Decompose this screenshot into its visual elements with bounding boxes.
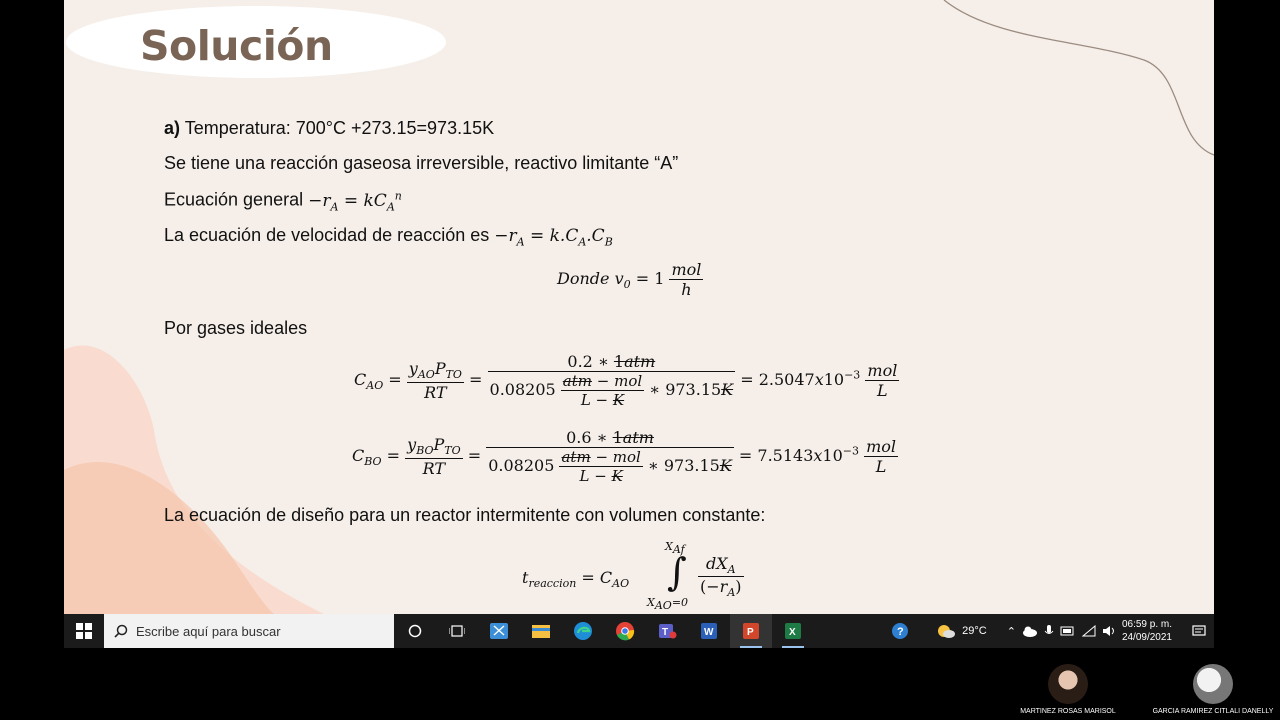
- cbo-equation: CBO = yBOPTO RT = 0.6 ∗ 1atm 0.08205 atm …: [352, 428, 898, 485]
- part-a-label: a): [164, 118, 181, 138]
- participant-tile[interactable]: MARTINEZ ROSAS MARISOL: [1003, 650, 1133, 720]
- task-view-button[interactable]: [436, 614, 478, 648]
- teams-button[interactable]: T: [646, 614, 688, 648]
- search-icon: [114, 624, 128, 638]
- cao-result: 2.5047: [758, 370, 815, 389]
- wifi-icon[interactable]: [1081, 625, 1096, 637]
- snipping-tool-button[interactable]: [478, 614, 520, 648]
- weather-sun-icon[interactable]: [936, 623, 956, 639]
- edge-icon: [574, 622, 592, 640]
- search-placeholder: Escribe aquí para buscar: [136, 623, 281, 639]
- cbo-result: 7.5143: [757, 446, 814, 465]
- avatar: [1048, 664, 1088, 704]
- temp-value: 973.15: [663, 456, 720, 475]
- powerpoint-icon: P: [743, 623, 759, 639]
- chrome-button[interactable]: [604, 614, 646, 648]
- cao-equation: CAO = yAOPTO RT = 0.2 ∗ 1atm 0.08205 atm …: [354, 352, 900, 409]
- file-explorer-icon: [532, 625, 550, 638]
- atm-value: 1: [612, 428, 623, 447]
- temperature-text: Temperatura: 700°C +273.15=973.15K: [180, 118, 495, 138]
- system-tray: ? 29°C ⌃ 06:59 p. m. 24/09/2021: [890, 618, 1214, 644]
- r-constant: 0.08205: [489, 380, 556, 399]
- general-equation-label: Ecuación general: [164, 189, 309, 210]
- word-icon: W: [701, 623, 717, 639]
- word-button[interactable]: W: [688, 614, 730, 648]
- weather-temperature[interactable]: 29°C: [962, 625, 987, 637]
- velocity-equation-label: La ecuación de velocidad de reacción es: [164, 225, 495, 245]
- svg-text:T: T: [662, 627, 668, 638]
- cortana-button[interactable]: [394, 614, 436, 648]
- participant-name: MARTINEZ ROSAS MARISOL: [1020, 708, 1116, 715]
- temperature-line: a) Temperatura: 700°C +273.15=973.15K: [164, 118, 494, 139]
- presentation-slide: Solución a) Temperatura: 700°C +273.15=9…: [64, 0, 1214, 614]
- taskbar-search-box[interactable]: Escribe aquí para buscar: [104, 614, 394, 648]
- r-constant: 0.08205: [488, 456, 555, 475]
- chevron-up-icon[interactable]: ⌃: [1007, 625, 1016, 638]
- system-clock[interactable]: 06:59 p. m. 24/09/2021: [1122, 618, 1172, 644]
- general-equation-line: Ecuación general −rA = kCAn: [164, 189, 402, 213]
- v0-equation: Donde v0 = 1 mol h: [557, 260, 704, 299]
- participant-name: GARCIA RAMIREZ CITLALI DANELLY: [1152, 708, 1274, 715]
- snipping-icon: [490, 623, 508, 639]
- chrome-icon: [616, 622, 635, 641]
- cbo-fraction-value: 0.6: [566, 428, 592, 447]
- edge-button[interactable]: [562, 614, 604, 648]
- notifications-icon[interactable]: [1192, 625, 1206, 637]
- ideal-gases-line: Por gases ideales: [164, 318, 308, 338]
- general-rate-formula: −rA = kCAn: [308, 189, 402, 214]
- microphone-icon[interactable]: [1044, 624, 1054, 638]
- task-view-icon: [449, 625, 465, 637]
- excel-button[interactable]: X: [772, 614, 814, 648]
- velocity-equation-line: La ecuación de velocidad de reacción es …: [164, 225, 613, 248]
- donde-label: Donde: [557, 269, 610, 288]
- teams-icon: T: [659, 624, 677, 639]
- file-explorer-button[interactable]: [520, 614, 562, 648]
- help-icon[interactable]: ?: [890, 621, 910, 641]
- design-equation-line: La ecuación de diseño para un reactor in…: [164, 505, 766, 525]
- clock-date: 24/09/2021: [1121, 632, 1172, 643]
- windows-logo-icon: [76, 623, 92, 639]
- velocity-rate-formula: −rA = k.CA.CB: [494, 226, 613, 249]
- cao-fraction-value: 0.2: [567, 352, 593, 371]
- atm-value: 1: [613, 352, 625, 371]
- slide-title: Solución: [140, 22, 333, 70]
- v0-value: 1: [654, 269, 665, 288]
- temp-value: 973.15: [665, 380, 722, 399]
- svg-text:?: ?: [897, 626, 904, 638]
- svg-text:W: W: [704, 627, 714, 638]
- cbo-exponent: −3: [842, 444, 859, 458]
- volume-icon[interactable]: [1102, 625, 1116, 637]
- start-button[interactable]: [64, 614, 104, 648]
- battery-icon[interactable]: [1060, 626, 1076, 636]
- clock-time: 06:59 p. m.: [1121, 619, 1172, 630]
- onedrive-cloud-icon[interactable]: [1022, 625, 1038, 637]
- lower-limit: 0: [681, 596, 689, 609]
- excel-icon: X: [785, 623, 801, 639]
- cortana-icon: [408, 624, 422, 638]
- avatar: [1193, 664, 1233, 704]
- powerpoint-button[interactable]: P: [730, 614, 772, 648]
- windows-taskbar: Escribe aquí para buscar T W P X ? 29°C …: [64, 614, 1214, 648]
- svg-text:X: X: [789, 627, 796, 638]
- gas-reaction-line: Se tiene una reacción gaseosa irreversib…: [164, 153, 679, 173]
- cao-exponent: −3: [844, 368, 861, 382]
- participant-tile[interactable]: GARCIA RAMIREZ CITLALI DANELLY: [1148, 650, 1278, 720]
- svg-text:P: P: [747, 627, 754, 638]
